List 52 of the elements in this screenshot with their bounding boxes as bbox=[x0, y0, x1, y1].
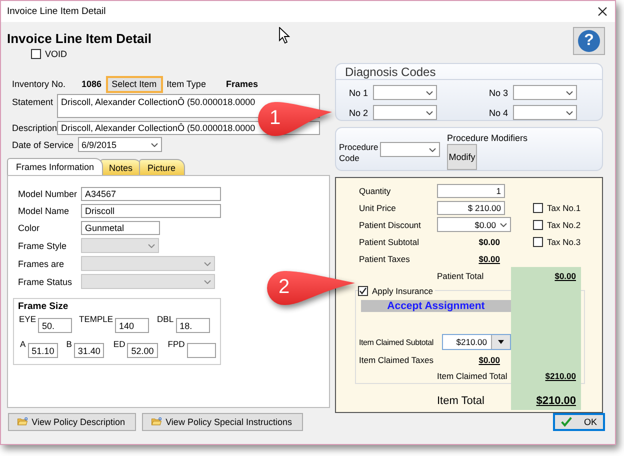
field-label: Procedure Code bbox=[339, 142, 377, 165]
panel-title: Diagnosis Codes bbox=[336, 64, 602, 80]
field-label: Item Claimed Subtotal bbox=[359, 338, 435, 346]
field-label: EYE bbox=[19, 314, 36, 324]
field-label: No 3 bbox=[488, 88, 508, 98]
amount: $0.00 bbox=[478, 254, 500, 264]
field-label: Frames are bbox=[17, 258, 66, 268]
field-label: ED bbox=[113, 339, 126, 349]
amount: $0.00 bbox=[478, 355, 500, 365]
field-label: Frame Style bbox=[17, 240, 68, 250]
field-label: Item Type bbox=[166, 79, 206, 89]
amount: $0.00 bbox=[554, 270, 576, 280]
field-label: B bbox=[66, 339, 72, 349]
field-label: Statement bbox=[11, 96, 54, 107]
window-title: Invoice Line Item Detail bbox=[7, 6, 106, 17]
field-label: DBL bbox=[157, 314, 174, 324]
field-label: A bbox=[20, 339, 26, 349]
field-label: Inventory No. bbox=[11, 79, 66, 89]
section-header: Accept Assignment bbox=[361, 300, 511, 312]
field-label: Date of Service bbox=[11, 140, 74, 150]
field-label: Model Number bbox=[17, 189, 78, 199]
field-label: Color bbox=[17, 223, 41, 233]
inventory-number: 1086 bbox=[82, 79, 102, 89]
field-label: Frame Status bbox=[17, 276, 74, 286]
field-label: Model Name bbox=[17, 206, 70, 216]
field-label: Patient Discount bbox=[359, 220, 422, 230]
field-label: Patient Taxes bbox=[359, 254, 411, 264]
field-label: Patient Subtotal bbox=[359, 236, 420, 246]
checkbox-label: Apply Insurance bbox=[372, 286, 433, 296]
field-label: Procedure Modifiers bbox=[447, 133, 528, 143]
field-label: FPD bbox=[168, 339, 185, 349]
group-title: Frame Size bbox=[18, 301, 70, 312]
field-label: Unit Price bbox=[359, 202, 397, 212]
field-label: TEMPLE bbox=[79, 314, 114, 324]
checkbox-label: VOID bbox=[45, 49, 68, 59]
checkbox-label: Tax No.2 bbox=[547, 220, 581, 230]
field-label: No 4 bbox=[488, 108, 508, 118]
item-type: Frames bbox=[226, 79, 258, 89]
total-amount: $210.00 bbox=[536, 395, 576, 407]
amount: $210.00 bbox=[545, 371, 576, 381]
amount: $0.00 bbox=[478, 236, 500, 246]
total-label: Item Total bbox=[437, 395, 486, 407]
checkbox-label: Tax No.3 bbox=[547, 236, 581, 246]
field-label: Quantity bbox=[359, 186, 392, 196]
dialog-heading: Invoice Line Item Detail bbox=[7, 31, 152, 46]
field-label: No 2 bbox=[348, 108, 368, 118]
field-label: No 1 bbox=[348, 88, 368, 98]
field-label: Item Claimed Taxes bbox=[359, 355, 434, 365]
checkbox-label: Tax No.1 bbox=[547, 202, 581, 212]
field-label: Patient Total bbox=[437, 270, 485, 280]
field-label: Description bbox=[11, 123, 57, 133]
field-label: Item Claimed Total bbox=[437, 371, 508, 381]
